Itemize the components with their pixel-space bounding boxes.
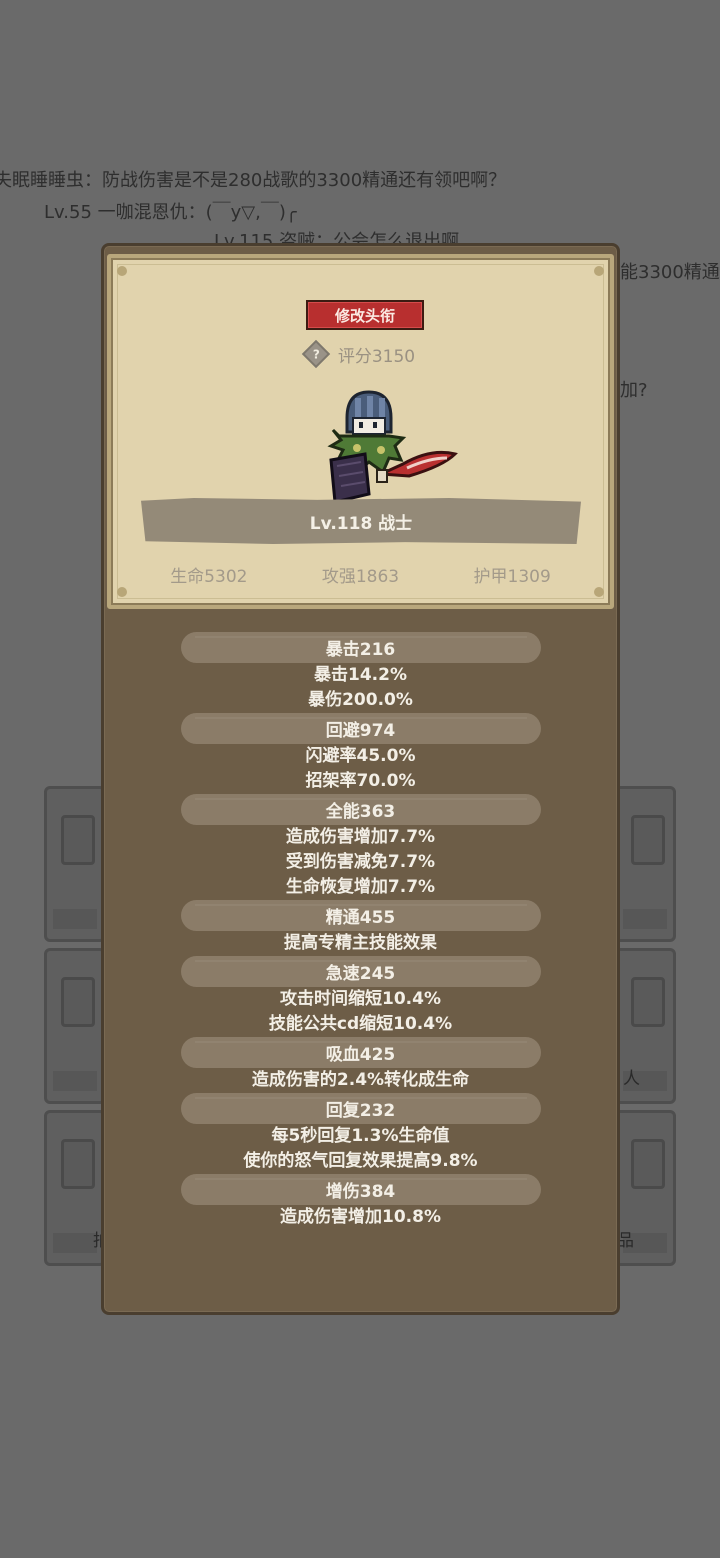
card-corner-ornament xyxy=(594,587,604,597)
background-equip-slot xyxy=(614,786,676,942)
attribute-header: 吸血425 xyxy=(180,1037,541,1068)
attribute-detail: 技能公共cd缩短10.4% xyxy=(268,1014,453,1034)
card-corner-ornament xyxy=(594,266,604,276)
chat-line: 失眠睡睡虫：防战伤害是不是280战歌的3300精通还有领吧啊？ xyxy=(0,170,507,191)
score-label: 评分3150 xyxy=(337,346,416,367)
chat-line: 能3300精通, xyxy=(620,262,720,283)
base-stats-row: 生命5302 攻强1863 护甲1309 xyxy=(111,560,610,588)
attribute-detail: 暴击14.2% xyxy=(314,665,407,685)
attribute-group-evasion: 回避974 闪避率45.0% 招架率70.0% xyxy=(104,713,617,794)
attribute-group-damage-bonus: 增伤384 造成伤害增加10.8% xyxy=(104,1174,617,1230)
attribute-detail: 生命恢复增加7.7% xyxy=(285,877,436,897)
attribute-detail: 招架率70.0% xyxy=(305,771,416,791)
slot-caption: 人 xyxy=(623,1069,640,1089)
attribute-group-versatility: 全能363 造成伤害增加7.7% 受到伤害减免7.7% 生命恢复增加7.7% xyxy=(104,794,617,900)
background-equip-slot xyxy=(44,948,106,1104)
warrior-sprite-icon xyxy=(327,390,458,504)
attribute-header: 精通455 xyxy=(180,900,541,931)
attribute-detail: 造成伤害的2.4%转化成生命 xyxy=(251,1070,470,1090)
attribute-header: 急速245 xyxy=(180,956,541,987)
attribute-detail: 每5秒回复1.3%生命值 xyxy=(271,1126,450,1146)
chat-line: Lv.55 一咖混恩仇：(￣y▽,￣)╭ xyxy=(44,202,297,223)
attribute-header: 回避974 xyxy=(180,713,541,744)
attack-stat: 攻强1863 xyxy=(321,566,400,587)
attribute-detail: 提高专精主技能效果 xyxy=(284,933,437,953)
level-class-banner: Lv.118 战士 xyxy=(141,498,581,544)
character-stats-modal: 修改头衔 ? 评分3150 Lv.118 战士 生命5302 攻强1863 护甲… xyxy=(101,243,620,1315)
background-equip-slot: 拍 xyxy=(44,1110,110,1266)
armor-stat: 护甲1309 xyxy=(473,566,551,587)
attribute-detail: 使你的怒气回复效果提高9.8% xyxy=(243,1151,478,1171)
warrior-avatar xyxy=(311,388,461,508)
attribute-group-crit: 暴击216 暴击14.2% 暴伤200.0% xyxy=(104,632,617,713)
attribute-detail: 造成伤害增加10.8% xyxy=(280,1207,441,1227)
attribute-header: 暴击216 xyxy=(180,632,541,663)
attribute-header: 全能363 xyxy=(180,794,541,825)
profile-card: 修改头衔 ? 评分3150 Lv.118 战士 生命5302 攻强1863 护甲… xyxy=(107,254,614,609)
chat-line: 加? xyxy=(620,380,648,401)
background-equip-slot xyxy=(44,786,106,942)
question-diamond-icon[interactable]: ? xyxy=(301,339,331,369)
attribute-header: 增伤384 xyxy=(180,1174,541,1205)
attribute-group-mastery: 精通455 提高专精主技能效果 xyxy=(104,900,617,956)
background-equip-slot: 品 xyxy=(614,1110,676,1266)
background-equip-slot: 人 xyxy=(614,948,676,1104)
hp-stat: 生命5302 xyxy=(170,566,248,587)
attribute-group-lifesteal: 吸血425 造成伤害的2.4%转化成生命 xyxy=(104,1037,617,1093)
attribute-list: 暴击216 暴击14.2% 暴伤200.0% 回避974 闪避率45.0% 招架… xyxy=(104,632,617,1230)
attribute-detail: 造成伤害增加7.7% xyxy=(285,827,436,847)
attribute-detail: 闪避率45.0% xyxy=(305,746,416,766)
card-corner-ornament xyxy=(117,587,127,597)
attribute-detail: 受到伤害减免7.7% xyxy=(285,852,436,872)
attribute-group-regen: 回复232 每5秒回复1.3%生命值 使你的怒气回复效果提高9.8% xyxy=(104,1093,617,1174)
card-corner-ornament xyxy=(117,266,127,276)
attribute-group-haste: 急速245 攻击时间缩短10.4% 技能公共cd缩短10.4% xyxy=(104,956,617,1037)
attribute-detail: 暴伤200.0% xyxy=(308,690,413,710)
score-row: ? 评分3150 xyxy=(111,339,610,369)
attribute-detail: 攻击时间缩短10.4% xyxy=(280,989,441,1009)
rename-title-button[interactable]: 修改头衔 xyxy=(306,300,424,330)
attribute-header: 回复232 xyxy=(180,1093,541,1124)
